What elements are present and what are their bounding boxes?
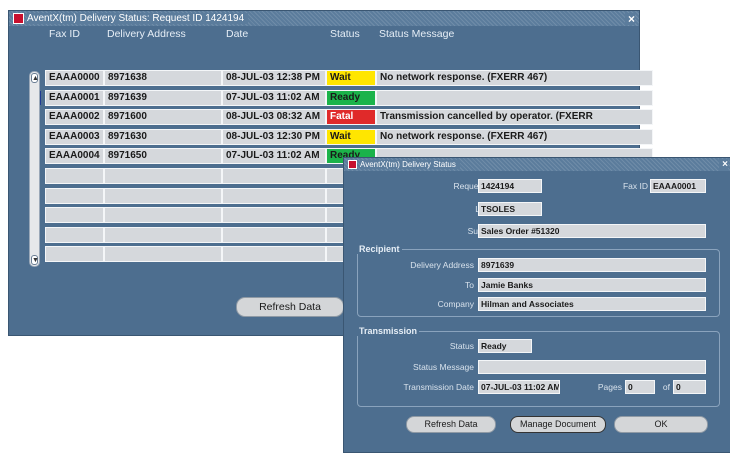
recipient-group-label: Recipient (357, 244, 402, 254)
delivery-address-field: 8971639 (478, 258, 706, 272)
fax-id-field: EAAA0001 (650, 179, 706, 193)
delivery-address-cell[interactable] (104, 207, 222, 224)
close-icon[interactable]: × (719, 158, 728, 171)
date-cell[interactable]: 07-JUL-03 11:02 AM (222, 89, 326, 106)
transmission-group-label: Transmission (357, 326, 420, 336)
fax-id-cell[interactable] (45, 207, 104, 224)
dialog-title: AventX(tm) Delivery Status (360, 160, 460, 169)
fax-id-label: Fax ID (622, 181, 648, 191)
status-message-cell[interactable]: No network response. (FXERR 467) (376, 70, 653, 86)
manage-document-button[interactable]: Manage Document (510, 416, 606, 433)
refresh-data-button[interactable]: Refresh Data (406, 416, 496, 433)
company-label: Company (437, 299, 474, 309)
table-scrollbar[interactable]: ▲ ▼ (29, 71, 40, 267)
status-field: Ready (478, 339, 532, 353)
date-cell[interactable] (222, 187, 326, 204)
status-cell[interactable]: Ready (326, 89, 376, 106)
status-cell[interactable]: Wait (326, 128, 376, 145)
transmission-date-label: Transmission Date (403, 382, 474, 392)
delivery-address-cell[interactable] (104, 187, 222, 204)
app-icon (348, 160, 357, 169)
delivery-status-dialog: AventX(tm) Delivery Status × Request ID … (343, 157, 730, 453)
status-message-cell[interactable] (376, 89, 653, 106)
pages-field: 0 (625, 380, 655, 394)
refresh-data-button[interactable]: Refresh Data (236, 297, 344, 317)
fax-id-cell[interactable] (45, 246, 104, 263)
delivery-address-cell[interactable]: 8971638 (104, 70, 222, 86)
status-cell[interactable]: Wait (326, 70, 376, 86)
fax-id-cell[interactable]: EAAA0003 (45, 128, 104, 145)
delivery-address-cell[interactable] (104, 226, 222, 243)
delivery-address-cell[interactable]: 8971639 (104, 89, 222, 106)
fax-id-cell[interactable] (45, 187, 104, 204)
subject-field: Sales Order #51320 (478, 224, 706, 238)
date-cell[interactable] (222, 168, 326, 184)
ok-button[interactable]: OK (614, 416, 708, 433)
delivery-address-cell[interactable]: 8971650 (104, 148, 222, 165)
date-cell[interactable] (222, 207, 326, 224)
fax-id-cell[interactable] (45, 168, 104, 184)
company-field: Hilman and Associates (478, 297, 706, 311)
status-label: Status (449, 341, 474, 351)
transmission-date-field: 07-JUL-03 11:02 AM (478, 380, 560, 394)
date-cell[interactable] (222, 226, 326, 243)
fax-id-cell[interactable]: EAAA0000 (45, 70, 104, 86)
request-id-field: 1424194 (478, 179, 542, 193)
scroll-down-icon[interactable]: ▼ (31, 255, 39, 265)
status-cell[interactable]: Fatal (326, 109, 376, 126)
delivery-address-cell[interactable] (104, 246, 222, 263)
fax-id-cell[interactable]: EAAA0002 (45, 109, 104, 126)
status-message-cell[interactable]: Transmission cancelled by operator. (FXE… (376, 109, 653, 126)
fax-id-cell[interactable]: EAAA0004 (45, 148, 104, 165)
dialog-titlebar[interactable]: AventX(tm) Delivery Status × (344, 158, 730, 171)
delivery-address-cell[interactable]: 8971600 (104, 109, 222, 126)
date-cell[interactable]: 08-JUL-03 08:32 AM (222, 109, 326, 126)
pages-total-field: 0 (673, 380, 706, 394)
date-cell[interactable]: 07-JUL-03 11:02 AM (222, 148, 326, 165)
to-label: To (465, 280, 474, 290)
scroll-up-icon[interactable]: ▲ (31, 73, 39, 83)
fax-id-cell[interactable]: EAAA0001 (45, 89, 104, 106)
status-message-label: Status Message (413, 362, 474, 372)
delivery-address-cell[interactable]: 8971630 (104, 128, 222, 145)
login-field: TSOLES (478, 202, 542, 216)
date-cell[interactable] (222, 246, 326, 263)
to-field: Jamie Banks (478, 278, 706, 292)
status-message-cell[interactable]: No network response. (FXERR 467) (376, 128, 653, 145)
pages-label: Pages (597, 382, 622, 392)
delivery-address-cell[interactable] (104, 168, 222, 184)
fax-id-cell[interactable] (45, 226, 104, 243)
delivery-address-label: Delivery Address (410, 260, 474, 270)
date-cell[interactable]: 08-JUL-03 12:30 PM (222, 128, 326, 145)
date-cell[interactable]: 08-JUL-03 12:38 PM (222, 70, 326, 86)
status-message-field (478, 360, 706, 374)
pages-of-label: of (662, 382, 670, 392)
